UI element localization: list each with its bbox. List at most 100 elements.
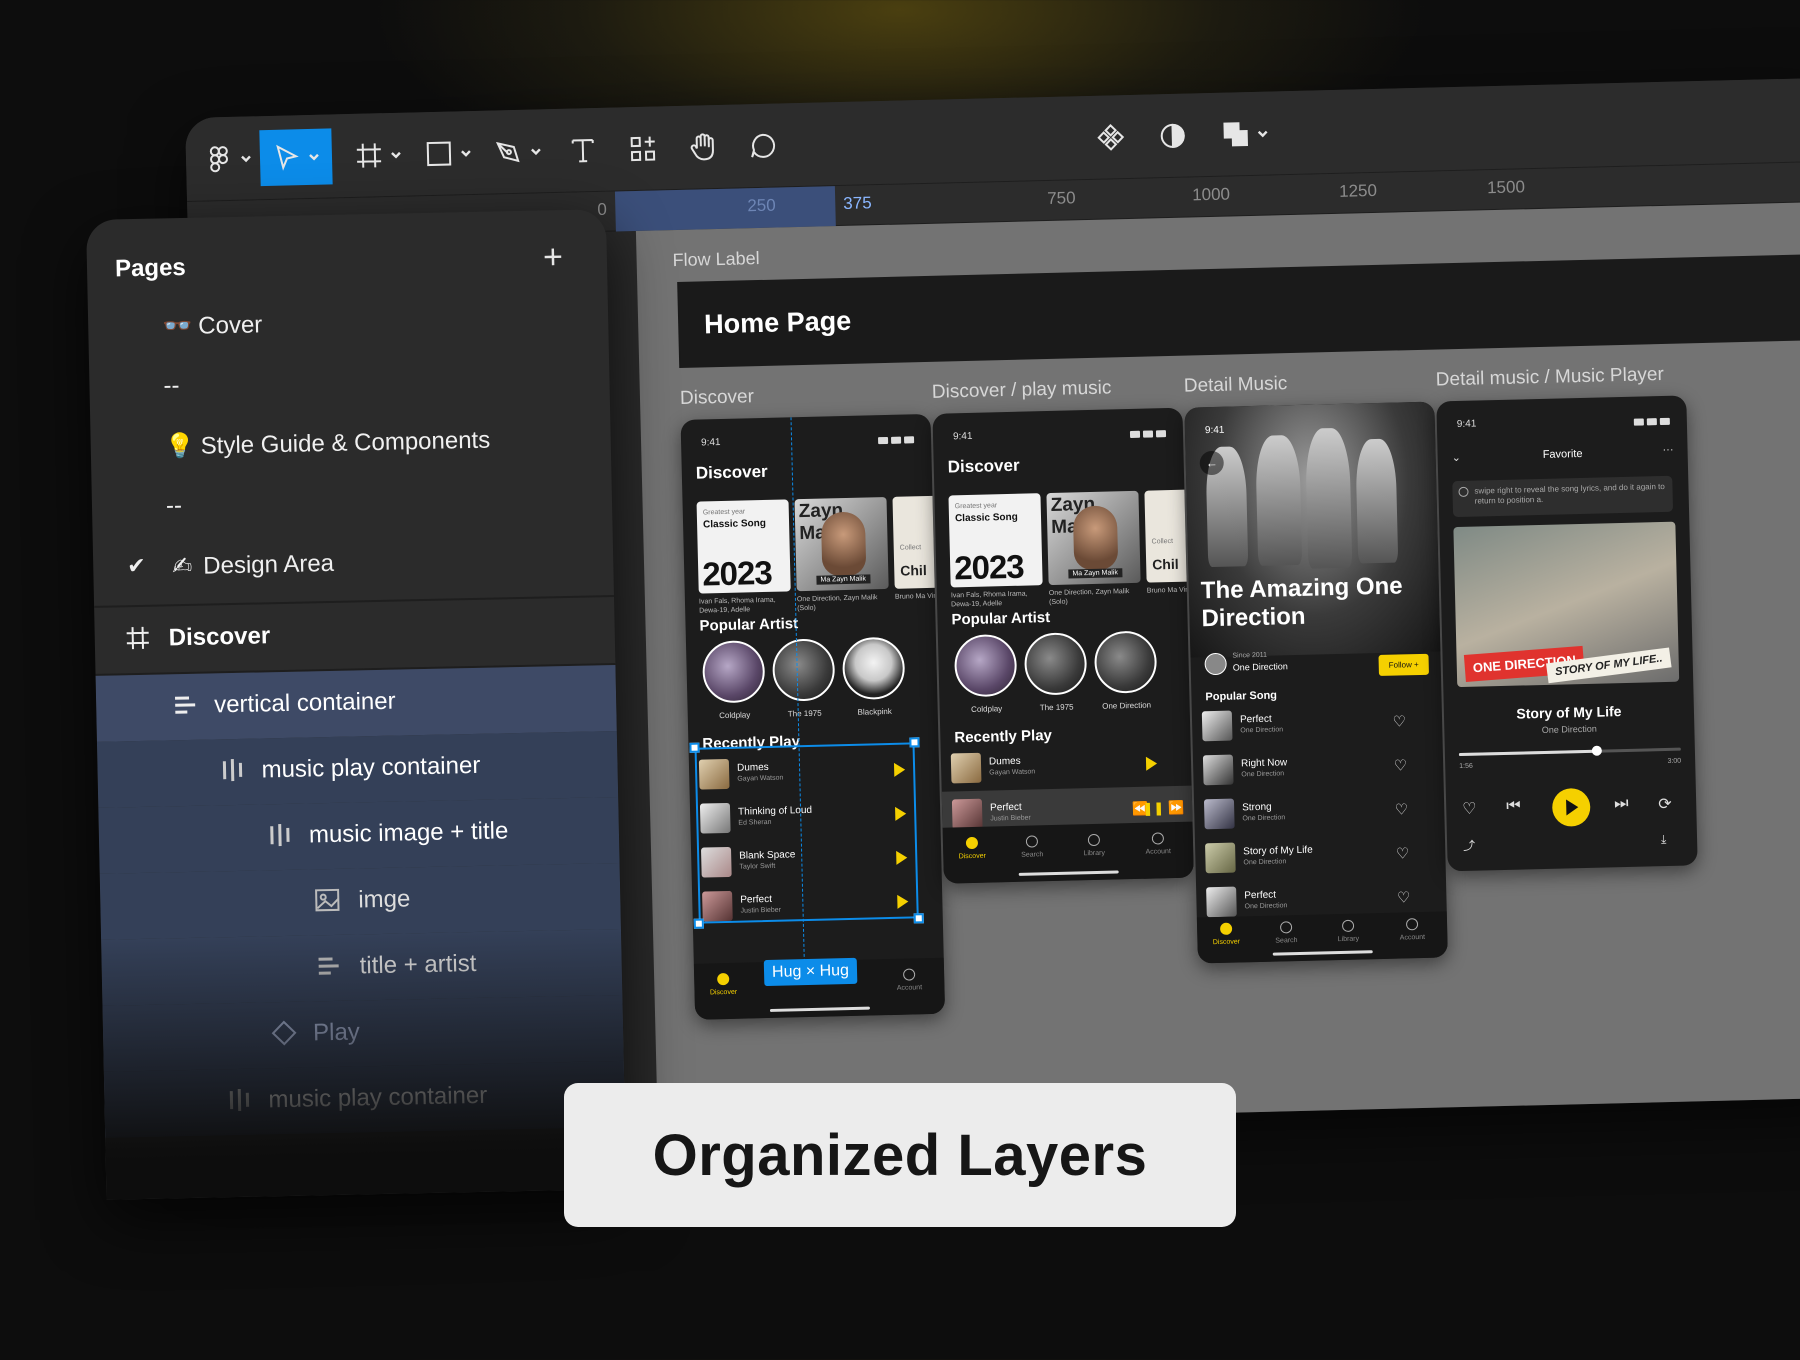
layer-row-discover[interactable]: Discover — [94, 597, 615, 674]
nav-search[interactable]: Search — [1261, 921, 1312, 945]
heart-icon[interactable]: ♡ — [1397, 888, 1411, 906]
artist-avatar[interactable] — [771, 638, 836, 702]
nav-label: Library — [1083, 849, 1106, 858]
nav-search[interactable]: Search — [1007, 835, 1058, 859]
next-icon[interactable]: ⏭ — [1614, 795, 1629, 813]
nav-discover[interactable]: Discover — [698, 972, 749, 996]
layer-row-music-play-container[interactable]: music play container — [96, 730, 619, 808]
song-row[interactable]: Perfect One Direction ♡ — [1201, 702, 1415, 747]
phone-frame-detail-music[interactable]: 9:41 ← The Amazing One Direction Since 2… — [1184, 401, 1448, 964]
layer-row-vertical-container[interactable]: vertical container — [95, 665, 617, 742]
frame-tool[interactable] — [345, 127, 410, 185]
home-page-section[interactable]: Home Page — [677, 250, 1800, 368]
artist-avatar[interactable] — [1093, 630, 1158, 694]
artist-avatar[interactable] — [701, 640, 766, 704]
selection-box[interactable] — [694, 742, 919, 924]
play-icon[interactable] — [1145, 756, 1158, 771]
progress-bar[interactable] — [1458, 745, 1681, 757]
heart-icon[interactable]: ♡ — [1394, 756, 1408, 774]
song-row[interactable]: Dumes Gayan Watson — [950, 744, 1164, 789]
page-item-cover[interactable]: 👓 Cover — [162, 310, 263, 341]
follow-button[interactable]: Follow + — [1378, 653, 1429, 676]
phone-frame-music-player[interactable]: 9:41 ⌄ Favorite ··· swipe right to revea… — [1436, 395, 1698, 872]
glasses-icon: 👓 — [162, 312, 193, 341]
page-item-design-area[interactable]: ✍ Design Area — [167, 549, 334, 581]
resize-handle[interactable] — [913, 913, 924, 924]
phone-frame-discover[interactable]: 9:41 Discover Greatest year Classic Song… — [680, 413, 946, 1020]
song-row[interactable]: Story of My Life One Direction ♡ — [1205, 834, 1418, 879]
artist-avatar[interactable] — [953, 633, 1018, 698]
layer-row-play[interactable]: Play — [102, 994, 624, 1072]
frame-label-music-player[interactable]: Detail music / Music Player — [1436, 364, 1665, 392]
nav-discover[interactable]: Discover — [1201, 922, 1252, 946]
nav-account[interactable]: Account — [1133, 832, 1184, 856]
page-item-separator[interactable]: -- — [163, 372, 180, 400]
pen-tool[interactable] — [485, 123, 550, 181]
artist-card[interactable]: Zayn Malik Ma Zayn Malik — [794, 496, 889, 592]
resize-handle[interactable] — [693, 918, 704, 929]
share-icon[interactable]: ⤴ — [1463, 837, 1475, 854]
frame-label-discover[interactable]: Discover — [680, 386, 754, 410]
song-thumb — [950, 752, 982, 784]
boolean-tool[interactable] — [1209, 105, 1280, 163]
since-label: Since 2011 — [1232, 651, 1268, 660]
ruler-tick: 250 — [747, 195, 776, 216]
canvas[interactable]: Flow Label Home Page Discover Discover /… — [635, 199, 1800, 1131]
add-page-icon[interactable]: + — [543, 238, 564, 277]
download-icon[interactable]: ⤓ — [1661, 832, 1667, 847]
progress-knob[interactable] — [1591, 745, 1602, 756]
resize-handle[interactable] — [909, 737, 920, 748]
page-item-separator[interactable]: -- — [166, 492, 183, 520]
play-button[interactable] — [1551, 787, 1591, 827]
heart-icon[interactable]: ♡ — [1396, 844, 1410, 862]
song-row[interactable]: Right Now One Direction ♡ — [1202, 746, 1416, 791]
popular-artist-heading: Popular Artist — [951, 609, 1051, 629]
artist-name: Coldplay — [970, 704, 1003, 714]
pause-icon[interactable]: ❚❚ — [1142, 800, 1164, 817]
artist-card[interactable]: Zayn Malik Ma Zayn Malik — [1046, 490, 1141, 586]
caption-banner: Organized Layers — [564, 1083, 1236, 1227]
playlist-card[interactable]: Greatest year Classic Song 2023 — [948, 493, 1043, 588]
hand-tool[interactable] — [677, 119, 728, 176]
main-menu-button[interactable] — [195, 130, 260, 188]
info-icon — [1458, 486, 1469, 497]
nav-library[interactable]: Library — [1323, 919, 1374, 943]
text-tool[interactable] — [557, 122, 608, 179]
resize-handle[interactable] — [689, 742, 700, 753]
nav-account[interactable]: Account — [884, 968, 935, 992]
playlist-card[interactable]: Greatest year Classic Song 2023 — [696, 499, 791, 594]
layer-row-music-image-title[interactable]: music image + title — [98, 796, 620, 874]
layer-row-music-play-container[interactable]: music play container — [103, 1060, 626, 1138]
song-title: Perfect — [989, 801, 1022, 814]
artist-avatar[interactable] — [1023, 632, 1088, 696]
frame-label-detail-music[interactable]: Detail Music — [1184, 373, 1288, 398]
page-item-style-guide[interactable]: 💡 Style Guide & Components — [164, 426, 491, 462]
move-tool[interactable] — [259, 128, 333, 187]
page-label: Design Area — [202, 549, 335, 580]
layer-row-title-artist[interactable]: title + artist — [101, 928, 623, 1006]
heart-icon[interactable]: ♡ — [1462, 799, 1477, 819]
repeat-icon[interactable]: ⟳ — [1658, 794, 1672, 814]
frame-label-discover-play[interactable]: Discover / play music — [932, 377, 1112, 403]
more-icon[interactable]: ··· — [1662, 444, 1673, 456]
frame-icon — [126, 626, 149, 650]
heart-icon[interactable]: ♡ — [1395, 800, 1409, 818]
shape-tool[interactable] — [415, 125, 480, 183]
previous-icon[interactable]: ⏮ — [1506, 798, 1521, 816]
comment-tool[interactable] — [737, 117, 788, 174]
phone-frame-discover-play[interactable]: 9:41 Discover Greatest year Classic Song… — [932, 407, 1194, 884]
contrast-tool[interactable] — [1147, 107, 1198, 164]
artist-avatar[interactable] — [841, 636, 906, 701]
nav-discover[interactable]: Discover — [947, 836, 998, 860]
library-icon — [1341, 919, 1355, 932]
component-tool[interactable] — [1085, 109, 1136, 166]
song-row[interactable]: Strong One Direction ♡ — [1203, 790, 1417, 835]
nav-account[interactable]: Account — [1387, 918, 1438, 942]
home-indicator — [1018, 870, 1119, 876]
layer-row-image[interactable]: imge — [99, 862, 621, 940]
resources-tool[interactable] — [617, 120, 668, 177]
nav-library[interactable]: Library — [1069, 833, 1120, 857]
swipe-hint: swipe right to reveal the song lyrics, a… — [1452, 475, 1674, 518]
heart-icon[interactable]: ♡ — [1392, 712, 1406, 730]
forward-icon[interactable]: ⏩ — [1168, 800, 1185, 816]
